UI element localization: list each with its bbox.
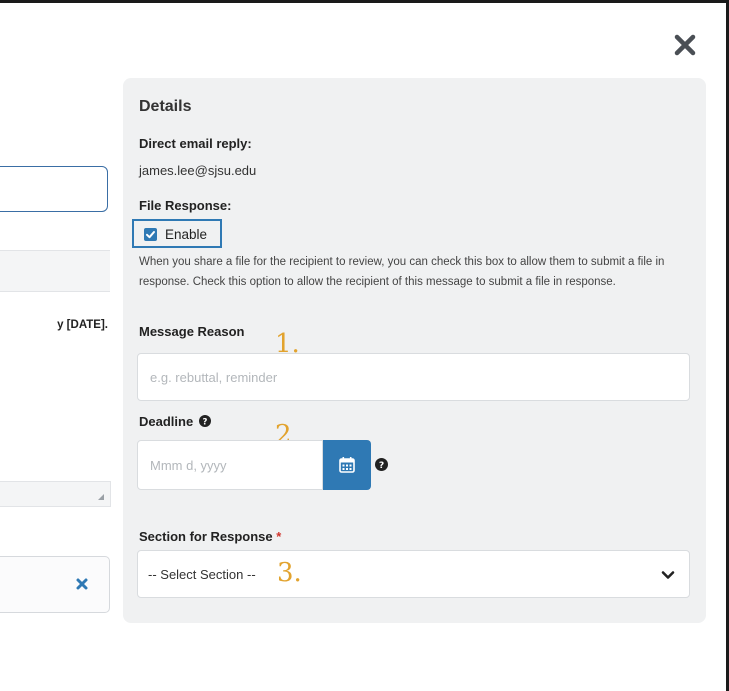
svg-text:?: ?: [202, 417, 207, 427]
remove-icon[interactable]: [75, 577, 89, 591]
message-reason-input-box: [137, 353, 690, 401]
svg-text:?: ?: [379, 460, 384, 471]
resize-handle-icon[interactable]: [98, 494, 104, 500]
section-for-response-label: Section for Response *: [139, 529, 281, 544]
deadline-label: Deadline ?: [139, 414, 211, 429]
annotation-3: 3.: [277, 558, 302, 588]
calendar-button[interactable]: [323, 440, 371, 490]
details-panel: Details Direct email reply: james.lee@sj…: [123, 78, 706, 623]
details-title: Details: [139, 98, 192, 115]
file-response-label: File Response:: [139, 198, 232, 213]
help-circle-icon: ?: [198, 415, 211, 427]
deadline-input-box: [137, 440, 323, 490]
message-reason-input[interactable]: [138, 354, 689, 400]
message-reason-label: Message Reason: [139, 324, 245, 339]
file-response-help-text: When you share a file for the recipient …: [139, 256, 665, 288]
left-editor-footer: [0, 481, 111, 507]
left-body-text: y [DATE].: [57, 319, 108, 331]
direct-email-label: Direct email reply:: [139, 136, 252, 151]
checkbox-checked-icon[interactable]: [144, 228, 157, 241]
left-text-input[interactable]: [0, 166, 108, 212]
enable-label: Enable: [165, 227, 208, 242]
section-select[interactable]: -- Select Section --: [137, 550, 690, 598]
section-select-value: -- Select Section --: [148, 567, 256, 582]
frame-top-border: [0, 0, 729, 3]
left-toolbar-strip: [0, 250, 110, 292]
chevron-down-icon: [661, 568, 675, 582]
deadline-label-text: Deadline: [139, 414, 194, 429]
section-label-text: Section for Response: [139, 529, 273, 544]
required-marker: *: [276, 529, 282, 544]
deadline-input[interactable]: [138, 441, 322, 489]
deadline-help-icon[interactable]: ?: [375, 458, 388, 471]
close-icon[interactable]: [672, 32, 698, 58]
enable-checkbox-focus[interactable]: Enable: [132, 219, 222, 248]
direct-email-value: james.lee@sjsu.edu: [139, 163, 257, 178]
calendar-icon: [339, 457, 355, 473]
left-attachment-card: [0, 556, 110, 613]
